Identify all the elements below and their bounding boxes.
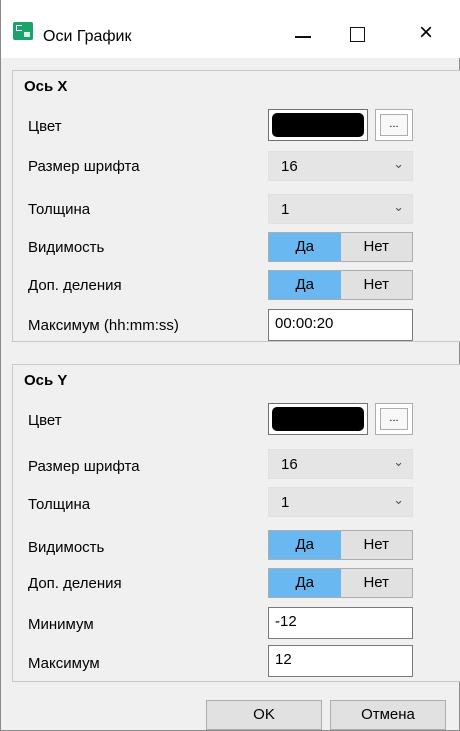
axis-y-min-label: Минимум <box>28 616 94 633</box>
chevron-down-icon: ⌄ <box>393 454 404 469</box>
axis-y-font-size-select[interactable]: 16 ⌄ <box>268 449 413 479</box>
axis-x-font-size-value: 16 <box>281 158 298 175</box>
axis-y-color-label: Цвет <box>28 412 62 429</box>
axis-x-minor-ticks-label: Доп. деления <box>28 277 122 294</box>
axis-x-color-picker-button[interactable]: ... <box>375 109 413 141</box>
maximize-button[interactable] <box>335 18 381 48</box>
window-title: Оси График <box>43 28 132 45</box>
axis-x-font-size-label: Размер шрифта <box>28 158 140 175</box>
axis-x-color-label: Цвет <box>28 118 62 135</box>
ok-button[interactable]: OK <box>206 700 322 730</box>
axis-x-thickness-select[interactable]: 1 ⌄ <box>268 194 413 224</box>
title-bar: Оси График × <box>1 0 460 58</box>
axis-y-font-size-label: Размер шрифта <box>28 458 140 475</box>
chart-axes-icon <box>13 22 33 40</box>
cancel-button[interactable]: Отмена <box>330 700 446 730</box>
axis-y-title: Ось Y <box>24 372 68 389</box>
axis-x-title: Ось X <box>24 78 68 95</box>
axis-y-font-size-value: 16 <box>281 456 298 473</box>
chevron-down-icon: ⌄ <box>393 199 404 214</box>
axis-y-minor-ticks-toggle: Да Нет <box>268 568 413 598</box>
chevron-down-icon: ⌄ <box>393 156 404 171</box>
axis-y-thickness-label: Толщина <box>28 496 91 513</box>
axes-dialog: Оси График × Ось X Цвет ... Размер шрифт… <box>0 0 460 731</box>
axis-x-max-label: Максимум (hh:mm:ss) <box>28 317 179 334</box>
axis-x-thickness-value: 1 <box>281 201 290 218</box>
axis-x-visibility-label: Видимость <box>28 239 105 256</box>
axis-x-font-size-select[interactable]: 16 ⌄ <box>268 151 413 181</box>
axis-x-visibility-no[interactable]: Нет <box>340 233 412 261</box>
axis-y-max-label: Максимум <box>28 655 100 672</box>
axis-y-max-input[interactable]: 12 <box>268 645 413 677</box>
chevron-down-icon: ⌄ <box>393 492 404 507</box>
axis-x-visibility-toggle: Да Нет <box>268 232 413 262</box>
axis-y-group: Ось Y Цвет ... Размер шрифта 16 ⌄ Толщин… <box>12 364 460 682</box>
axis-x-thickness-label: Толщина <box>28 201 91 218</box>
axis-x-minor-ticks-yes[interactable]: Да <box>269 271 341 299</box>
axis-y-visibility-yes[interactable]: Да <box>269 531 341 559</box>
axis-y-minor-ticks-label: Доп. деления <box>28 575 122 592</box>
axis-y-color-picker-button[interactable]: ... <box>375 403 413 435</box>
axis-x-minor-ticks-toggle: Да Нет <box>268 270 413 300</box>
axis-y-thickness-value: 1 <box>281 494 290 511</box>
axis-y-minor-ticks-yes[interactable]: Да <box>269 569 341 597</box>
axis-y-visibility-no[interactable]: Нет <box>340 531 412 559</box>
axis-x-max-input[interactable]: 00:00:20 <box>268 309 413 341</box>
axis-y-visibility-toggle: Да Нет <box>268 530 413 560</box>
axis-y-minor-ticks-no[interactable]: Нет <box>340 569 412 597</box>
axis-x-minor-ticks-no[interactable]: Нет <box>340 271 412 299</box>
axis-y-visibility-label: Видимость <box>28 539 105 556</box>
axis-y-thickness-select[interactable]: 1 ⌄ <box>268 487 413 517</box>
axis-y-color-swatch[interactable] <box>268 403 368 435</box>
close-button[interactable]: × <box>403 18 449 48</box>
minimize-button[interactable] <box>279 18 325 48</box>
axis-x-color-swatch[interactable] <box>268 109 368 141</box>
axis-y-min-input[interactable]: -12 <box>268 607 413 639</box>
axis-x-visibility-yes[interactable]: Да <box>269 233 341 261</box>
axis-x-group: Ось X Цвет ... Размер шрифта 16 ⌄ Толщин… <box>12 70 460 342</box>
